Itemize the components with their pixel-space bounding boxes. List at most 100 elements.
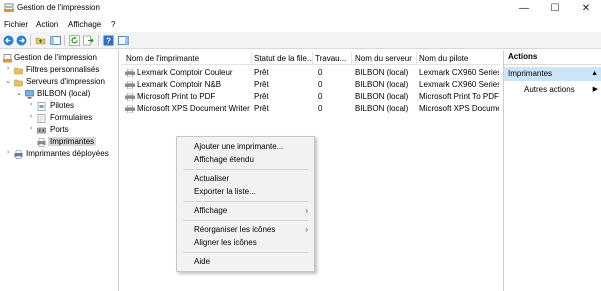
tree-item-label: Filtres personnalisés [26,65,100,74]
action-autres-actions[interactable]: Autres actions ▶ [504,83,601,97]
tree-item-gestion[interactable]: Gestion de l'impression [3,53,118,64]
table-row[interactable]: Lexmark Comptoir N&B Prêt 0 BILBON (loca… [121,79,500,91]
cell-pilote: Lexmark CX960 Series Po [419,80,499,89]
navigation-tree: Gestion de l'impression › Filtres person… [0,50,119,291]
actions-section-imprimantes[interactable]: Imprimantes ▲ [504,67,601,81]
chevron-right-icon[interactable]: › [4,149,12,156]
menu-item-label: Actualiser [194,174,230,183]
menu-item-label: Affichage [194,206,228,215]
export-icon[interactable] [83,35,94,46]
action-label: Autres actions [524,85,575,94]
menu-item-label: Aligner les icônes [194,238,257,247]
refresh-icon[interactable] [69,35,80,46]
toolbar: ? [0,32,601,49]
menu-fichier[interactable]: Fichier [4,20,28,29]
title-bar: Gestion de l'impression — ☐ ✕ [0,0,601,17]
menu-item-exporter-liste[interactable]: Exporter la liste... [177,186,314,198]
tree-item-imprimantes[interactable]: Imprimantes [27,137,118,148]
chevron-right-icon[interactable]: › [27,101,35,108]
cell-statut: Prêt [254,80,269,89]
column-header-nom[interactable]: Nom de l'imprimante [126,54,250,63]
tree-item-label: Serveurs d'impression [26,77,105,86]
close-button[interactable]: ✕ [571,0,601,17]
up-folder-icon[interactable] [35,35,46,46]
cell-pilote: Lexmark CX960 Series Po [419,68,499,77]
menu-item-aide[interactable]: Aide [177,256,314,268]
menu-item-actualiser[interactable]: Actualiser [177,173,314,185]
cell-statut: Prêt [254,68,269,77]
menu-item-ajouter-imprimante[interactable]: Ajouter une imprimante... [177,141,314,153]
minimize-button[interactable]: — [509,0,539,17]
cell-nom: Microsoft XPS Document Writer [137,104,250,113]
chevron-down-icon[interactable]: ⌄ [4,77,12,85]
printer-icon [125,69,135,77]
column-header-serveur[interactable]: Nom du serveur [355,54,415,63]
drivers-icon [37,102,46,111]
tree-item-label: Ports [50,125,69,134]
cell-serveur: BILBON (local) [355,68,409,77]
svg-text:?: ? [106,37,111,46]
menu-item-label: Réorganiser les icônes [194,225,276,234]
chevron-right-icon[interactable]: › [27,125,35,132]
actions-header: Actions [504,52,601,65]
cell-statut: Prêt [254,92,269,101]
tree-item-deployees[interactable]: › Imprimantes déployées [3,149,118,160]
chevron-right-icon[interactable]: › [4,65,12,72]
show-hide-action-pane-icon[interactable] [118,35,129,46]
table-row[interactable]: Microsoft Print to PDF Prêt 0 BILBON (lo… [121,91,500,103]
chevron-down-icon[interactable]: ⌄ [15,89,23,97]
menu-help[interactable]: ? [111,20,115,29]
forward-arrow-icon[interactable] [16,35,27,46]
window-title: Gestion de l'impression [17,3,100,12]
submenu-arrow-icon: › [305,225,308,234]
table-row[interactable]: Lexmark Comptoir Couleur Prêt 0 BILBON (… [121,67,500,79]
cell-pilote: Microsoft XPS Documen [419,104,499,113]
chevron-right-icon[interactable]: › [27,113,35,120]
menu-bar: Fichier Action Affichage ? [0,17,601,32]
printer-icon [125,93,135,101]
menu-affichage[interactable]: Affichage [68,20,101,29]
tree-item-serveurs[interactable]: ⌄ Serveurs d'impression [3,77,118,88]
table-row[interactable]: Microsoft XPS Document Writer Prêt 0 BIL… [121,103,500,115]
tree-item-label: Imprimantes déployées [26,149,109,158]
menu-item-reorganiser-icones[interactable]: Réorganiser les icônes › [177,224,314,236]
context-menu: Ajouter une imprimante... Affichage éten… [176,136,315,272]
tree-item-label: BILBON (local) [37,89,91,98]
cell-pilote: Microsoft Print To PDF [419,92,499,101]
cell-travaux: 0 [318,80,323,89]
menu-item-aligner-icones[interactable]: Aligner les icônes [177,237,314,249]
tree-item-label: Pilotes [50,101,75,110]
collapse-up-icon[interactable]: ▲ [591,67,598,81]
column-header-travaux[interactable]: Travau... [315,54,350,63]
help-icon[interactable]: ? [103,35,114,46]
tree-item-label: Formulaires [50,113,93,122]
menu-action[interactable]: Action [36,20,58,29]
print-management-icon [4,3,14,12]
print-management-icon [3,54,12,63]
tree-item-ports[interactable]: › Ports [27,125,118,136]
forms-icon [37,114,46,123]
menu-item-affichage[interactable]: Affichage › [177,205,314,217]
tree-item-formulaires[interactable]: › Formulaires [27,113,118,124]
column-header-pilote[interactable]: Nom du pilote [419,54,497,63]
printer-icon [125,105,135,113]
tree-item-filtres[interactable]: › Filtres personnalisés [3,65,118,76]
tree-item-label: Gestion de l'impression [14,53,97,62]
computer-icon [25,90,34,99]
filter-folder-icon [14,67,23,75]
back-arrow-icon[interactable] [3,35,14,46]
maximize-button[interactable]: ☐ [540,0,570,17]
ports-icon [37,127,46,134]
menu-item-label: Ajouter une imprimante... [194,142,284,151]
cell-travaux: 0 [318,104,323,113]
menu-item-label: Affichage étendu [194,155,254,164]
show-hide-tree-icon[interactable] [50,35,61,46]
tree-item-pilotes[interactable]: › Pilotes [27,101,118,112]
actions-pane: Actions Imprimantes ▲ Autres actions ▶ [503,50,601,291]
column-header-statut[interactable]: Statut de la file... [254,54,311,63]
cell-travaux: 0 [318,92,323,101]
tree-item-bilbon[interactable]: ⌄ BILBON (local) [15,89,118,100]
menu-item-affichage-etendu[interactable]: Affichage étendu [177,154,314,166]
menu-item-label: Aide [194,257,211,266]
tree-item-label: Imprimantes [48,137,97,146]
